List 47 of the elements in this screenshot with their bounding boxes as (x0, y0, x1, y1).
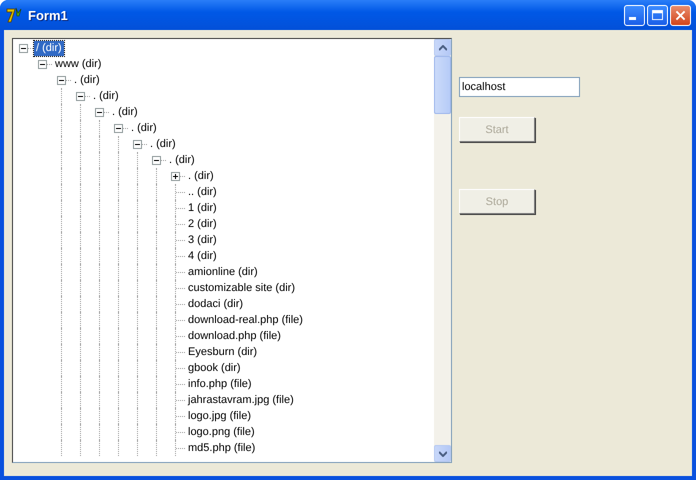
tree-item[interactable]: 4 (dir) (186, 248, 219, 264)
scroll-thumb[interactable] (434, 56, 451, 114)
expand-toggle[interactable] (171, 172, 180, 180)
minimize-button[interactable] (624, 4, 645, 26)
plus-icon (171, 172, 180, 180)
tree-item[interactable]: . (dir) (110, 104, 140, 120)
tree-item[interactable]: jahrastavram.jpg (file) (186, 392, 296, 408)
collapse-toggle[interactable] (19, 44, 28, 52)
tree-item[interactable]: md5.php (file) (186, 440, 258, 456)
tree-item[interactable]: 1 (dir) (186, 200, 219, 216)
tree-item[interactable]: . (dir) (148, 136, 178, 152)
tree-item[interactable]: customizable site (dir) (186, 280, 297, 296)
tree-item[interactable]: 3 (dir) (186, 232, 219, 248)
collapse-toggle[interactable] (57, 76, 66, 84)
tree-item[interactable]: / (dir) (34, 40, 64, 56)
tree-item[interactable]: . (dir) (72, 72, 102, 88)
collapse-toggle[interactable] (38, 60, 47, 68)
tree-item[interactable]: www (dir) (53, 56, 104, 72)
scroll-down-button[interactable] (434, 445, 451, 462)
tree-item[interactable]: download.php (file) (186, 328, 283, 344)
tree-item[interactable]: . (dir) (167, 152, 197, 168)
tree-item[interactable]: Eyesburn (dir) (186, 344, 260, 360)
tree-item[interactable]: .. (dir) (186, 184, 219, 200)
tree-item[interactable]: logo.jpg (file) (186, 408, 253, 424)
tree-item[interactable]: . (dir) (129, 120, 159, 136)
tree-item[interactable]: download-real.php (file) (186, 312, 305, 328)
tree-item[interactable]: . (dir) (186, 168, 216, 184)
collapse-toggle[interactable] (95, 108, 104, 116)
collapse-toggle[interactable] (152, 156, 161, 164)
maximize-button[interactable] (647, 4, 668, 26)
collapse-toggle[interactable] (133, 140, 142, 148)
app-icon (5, 6, 23, 24)
tree-item[interactable]: dodaci (dir) (186, 296, 246, 312)
host-field[interactable]: localhost (459, 77, 580, 97)
window-title: Form1 (28, 8, 69, 22)
tree-item[interactable]: 2 (dir) (186, 216, 219, 232)
close-button[interactable] (670, 4, 691, 26)
tree-item[interactable]: info.php (file) (186, 376, 254, 392)
scroll-up-button[interactable] (434, 39, 451, 56)
scrollbar[interactable] (434, 39, 451, 462)
tree-item[interactable]: logo.png (file) (186, 424, 257, 440)
collapse-toggle[interactable] (114, 124, 123, 132)
tree-item[interactable]: gbook (dir) (186, 360, 243, 376)
tree-item[interactable]: . (dir) (91, 88, 121, 104)
collapse-toggle[interactable] (76, 92, 85, 100)
minimize-icon (629, 17, 636, 20)
tree-item[interactable]: amionline (dir) (186, 264, 260, 280)
